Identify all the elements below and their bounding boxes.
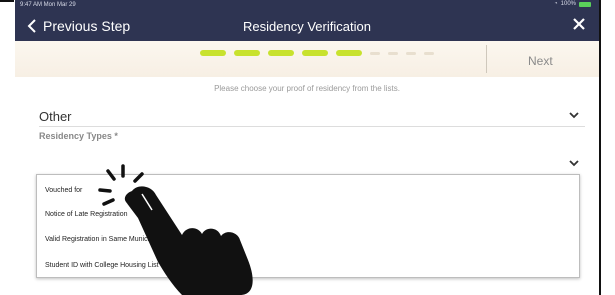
progress-step-pending (406, 52, 416, 55)
page-title: Residency Verification (243, 19, 371, 34)
wifi-icon: ◔ (554, 1, 558, 7)
instruction-text: Please choose your proof of residency fr… (214, 84, 400, 93)
progress-step-complete (302, 50, 328, 56)
status-indicators: ◔ 100% (554, 1, 591, 7)
battery-icon (579, 1, 591, 7)
chevron-down-icon (569, 160, 579, 167)
proof-category-value: Other (39, 109, 72, 124)
progress-step-pending (424, 52, 434, 55)
progress-step-pending (370, 52, 380, 55)
progress-step-pending (388, 52, 398, 55)
battery-percent: 100% (560, 1, 576, 7)
option-item[interactable]: Vouched for (45, 187, 82, 194)
navigation-bar: 9:47 AM Mon Mar 29 ◔ 100% Previous Step … (15, 0, 599, 41)
screenshot-edge (0, 0, 14, 2)
step-progress (200, 50, 434, 56)
close-icon[interactable] (571, 16, 587, 32)
chevron-down-icon (569, 112, 579, 119)
tap-gesture-hand-icon (98, 164, 253, 295)
divider (486, 45, 487, 73)
progress-step-complete (336, 50, 362, 56)
progress-step-complete (200, 50, 226, 56)
residency-types-label: Residency Types * (39, 131, 118, 141)
progress-strip: Next (15, 41, 599, 77)
next-button[interactable]: Next (528, 54, 553, 68)
progress-step-complete (268, 50, 294, 56)
proof-category-select[interactable]: Other (39, 106, 585, 127)
status-time: 9:47 AM Mon Mar 29 (20, 2, 76, 8)
progress-step-complete (234, 50, 260, 56)
